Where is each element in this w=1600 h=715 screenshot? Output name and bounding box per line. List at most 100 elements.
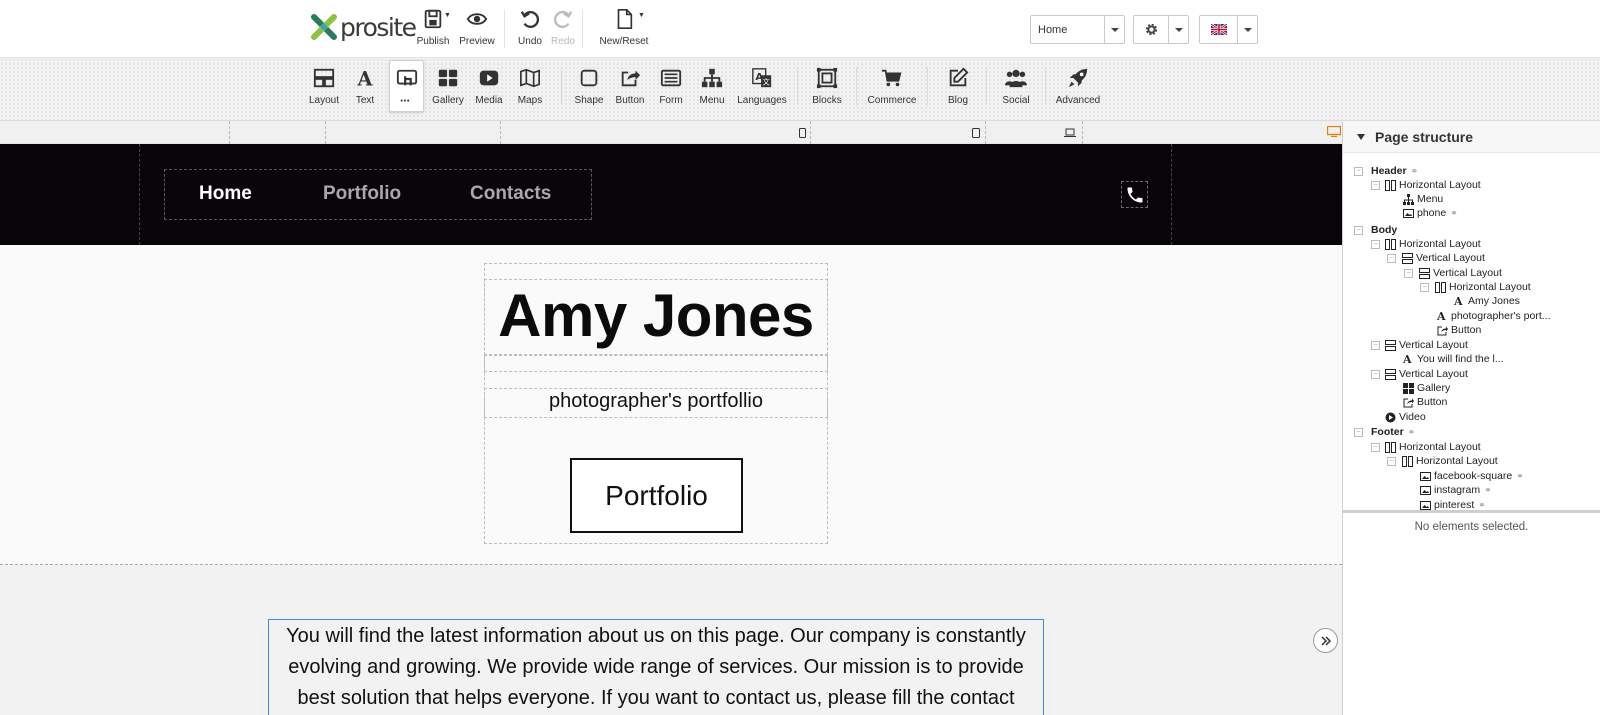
widget-bar: Layout A Text ⋯ Gallery Media Maps Shape… bbox=[0, 58, 1600, 121]
tree-node-video[interactable]: Video bbox=[1385, 410, 1426, 424]
redo-button[interactable]: Redo bbox=[533, 8, 593, 47]
tree-node-horizontal-layout[interactable]: Horizontal Layout bbox=[1385, 178, 1481, 192]
tree-node-image[interactable]: facebook-square ⚭ bbox=[1420, 469, 1524, 483]
tree-node-button[interactable]: Button bbox=[1437, 323, 1481, 337]
tree-node-body[interactable]: Body bbox=[1371, 223, 1397, 237]
blocks-widget[interactable]: Blocks bbox=[810, 60, 844, 112]
menu-widget[interactable]: Menu bbox=[697, 60, 727, 112]
eye-icon bbox=[466, 13, 488, 25]
tree-node-vertical-layout[interactable]: Vertical Layout bbox=[1385, 338, 1468, 352]
tree-toggle-icon[interactable]: − bbox=[1420, 283, 1429, 292]
hero-title[interactable]: Amy Jones bbox=[484, 281, 828, 350]
interactive-widget[interactable]: ⋯ bbox=[389, 60, 424, 112]
social-widget[interactable]: Social bbox=[998, 60, 1034, 112]
tree-label: Vertical Layout bbox=[1399, 339, 1468, 351]
gallery-widget[interactable]: Gallery bbox=[431, 60, 465, 112]
tree-node-horizontal-layout[interactable]: Horizontal Layout bbox=[1435, 280, 1531, 294]
mobile-icon[interactable] bbox=[799, 128, 806, 138]
link-icon: ⚭ bbox=[1484, 484, 1492, 495]
form-widget[interactable]: Form bbox=[655, 60, 687, 112]
tree-node-menu[interactable]: Menu bbox=[1403, 192, 1443, 206]
ruler-mark bbox=[500, 121, 501, 144]
tree-node-vertical-layout[interactable]: Vertical Layout bbox=[1419, 266, 1502, 280]
advanced-widget[interactable]: Advanced bbox=[1055, 60, 1101, 112]
preview-button[interactable]: Preview bbox=[447, 8, 507, 47]
tree-toggle-icon[interactable]: − bbox=[1354, 167, 1363, 176]
tree-node-footer[interactable]: Footer ⚭ bbox=[1371, 425, 1415, 439]
shape-widget[interactable]: Shape bbox=[573, 60, 605, 112]
tree-toggle-icon[interactable]: − bbox=[1371, 341, 1380, 350]
commerce-widget[interactable]: Commerce bbox=[867, 60, 917, 112]
chevron-down-icon[interactable] bbox=[1168, 16, 1188, 43]
hero-section[interactable]: Amy Jones photographer's portfollio Port… bbox=[0, 245, 1342, 653]
text-widget[interactable]: A Text bbox=[352, 60, 378, 112]
chevron-down-icon[interactable] bbox=[1237, 16, 1257, 43]
ruler-mark bbox=[229, 121, 230, 144]
nav-item-contacts[interactable]: Contacts bbox=[470, 183, 551, 205]
hero-subtitle[interactable]: photographer's portfollio bbox=[484, 390, 828, 413]
tree-toggle-icon[interactable]: − bbox=[1371, 240, 1380, 249]
tree-toggle-icon[interactable]: − bbox=[1354, 428, 1363, 437]
tree-toggle-icon[interactable]: − bbox=[1371, 181, 1380, 190]
tree-node-button[interactable]: Button bbox=[1403, 395, 1447, 409]
tree-node-horizontal-layout[interactable]: Horizontal Layout bbox=[1385, 440, 1481, 454]
collapse-triangle-icon[interactable] bbox=[1357, 133, 1365, 140]
desktop-monitor-icon[interactable] bbox=[1327, 126, 1341, 137]
tree-toggle-icon[interactable]: − bbox=[1404, 269, 1413, 278]
blog-widget[interactable]: Blog bbox=[943, 60, 973, 112]
page-select[interactable]: Home bbox=[1030, 15, 1125, 44]
tree-node-text[interactable]: A You will find the l... bbox=[1403, 352, 1504, 366]
language-dropdown[interactable] bbox=[1199, 15, 1258, 44]
languages-widget[interactable]: A文 Languages bbox=[737, 60, 787, 112]
nav-item-portfolio[interactable]: Portfolio bbox=[323, 183, 401, 205]
layout-label: Layout bbox=[308, 95, 340, 106]
advanced-label: Advanced bbox=[1055, 95, 1101, 106]
panel-header[interactable]: Page structure bbox=[1343, 121, 1600, 153]
nav-item-home[interactable]: Home bbox=[199, 183, 252, 205]
site-menu[interactable]: Home Portfolio Contacts bbox=[164, 169, 592, 220]
rows-icon bbox=[1385, 339, 1396, 351]
expand-panel-button[interactable] bbox=[1313, 628, 1338, 653]
tree-node-image[interactable]: instagram ⚭ bbox=[1420, 483, 1492, 497]
new-reset-caret-icon[interactable]: ▼ bbox=[638, 12, 645, 19]
maps-widget[interactable]: Maps bbox=[515, 60, 545, 112]
tree-node-horizontal-layout[interactable]: Horizontal Layout bbox=[1402, 454, 1498, 468]
tree-toggle-icon[interactable]: − bbox=[1371, 443, 1380, 452]
editor-canvas[interactable]: Home Portfolio Contacts Amy Jones photog… bbox=[0, 144, 1342, 715]
tree-node-text[interactable]: Aphotographer's port... bbox=[1437, 309, 1550, 323]
tree-node-text[interactable]: A Amy Jones bbox=[1454, 294, 1520, 308]
tree-node-phone[interactable]: phone ⚭ bbox=[1403, 206, 1458, 220]
widget-divider bbox=[1045, 67, 1046, 105]
tree-node-horizontal-layout[interactable]: Horizontal Layout bbox=[1385, 237, 1481, 251]
tree-toggle-icon[interactable]: − bbox=[1354, 226, 1363, 235]
laptop-icon[interactable] bbox=[1064, 128, 1076, 138]
media-widget[interactable]: Media bbox=[473, 60, 505, 112]
tree-node-gallery[interactable]: Gallery bbox=[1403, 381, 1450, 395]
tree-label: Footer bbox=[1371, 426, 1404, 438]
tree-toggle-icon[interactable]: − bbox=[1387, 457, 1396, 466]
layout-widget[interactable]: Layout bbox=[306, 60, 342, 112]
settings-dropdown[interactable] bbox=[1133, 15, 1189, 44]
spacer-outline bbox=[484, 355, 828, 372]
tree-node-header[interactable]: Header ⚭ bbox=[1371, 164, 1418, 178]
new-reset-button[interactable]: New/Reset bbox=[594, 8, 654, 47]
chevron-down-icon[interactable] bbox=[1104, 16, 1124, 43]
redo-icon bbox=[554, 11, 573, 28]
tree-toggle-icon[interactable]: − bbox=[1387, 254, 1396, 263]
tree-label: You will find the l... bbox=[1417, 353, 1504, 365]
site-header[interactable]: Home Portfolio Contacts bbox=[0, 144, 1342, 245]
button-widget[interactable]: Button bbox=[614, 60, 646, 112]
columns-icon bbox=[1435, 281, 1446, 293]
about-text-block[interactable]: You will find the latest information abo… bbox=[268, 619, 1044, 715]
tablet-icon[interactable] bbox=[972, 128, 980, 138]
phone-icon[interactable] bbox=[1121, 181, 1148, 208]
tree-node-image[interactable]: pinterest ⚭ bbox=[1420, 498, 1486, 510]
tree-node-vertical-layout[interactable]: Vertical Layout bbox=[1402, 251, 1485, 265]
tree-toggle-icon[interactable]: − bbox=[1371, 370, 1380, 379]
portfolio-button[interactable]: Portfolio bbox=[570, 458, 743, 533]
tree-node-vertical-layout[interactable]: Vertical Layout bbox=[1385, 367, 1468, 381]
structure-tree[interactable]: − Header ⚭ − Horizontal Layout Menu phone… bbox=[1343, 153, 1600, 513]
tree-label: Header bbox=[1371, 165, 1407, 177]
prosite-logo[interactable]: prosite bbox=[311, 12, 417, 42]
blog-label: Blog bbox=[947, 95, 968, 106]
